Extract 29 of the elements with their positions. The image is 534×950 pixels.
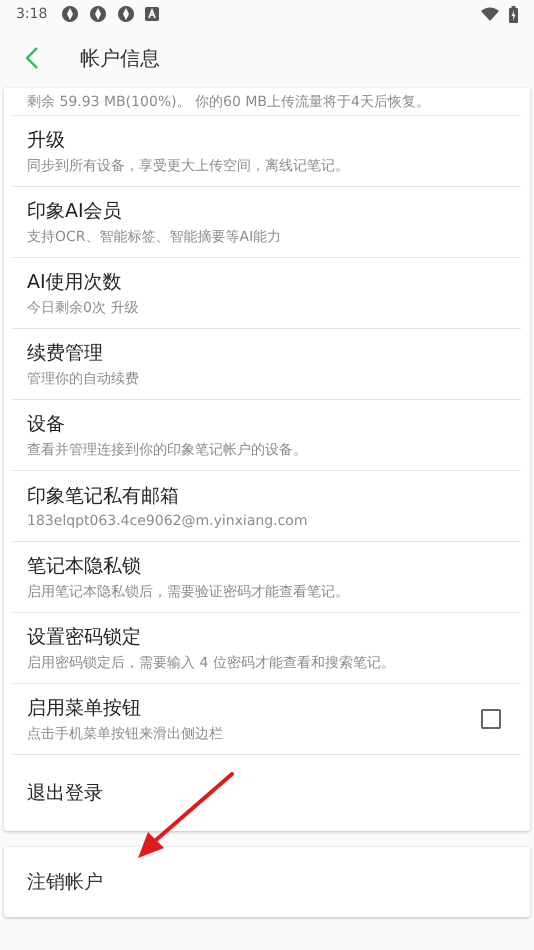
- setting-title[interactable]: 笔记本隐私锁: [27, 553, 507, 579]
- setting-subtitle: 管理你的自动续费: [27, 370, 140, 388]
- setting-subtitle: 今日剩余0次 升级: [27, 299, 140, 317]
- page-title: 帐户信息: [80, 44, 160, 72]
- notification-icon: [89, 5, 108, 23]
- setting-title[interactable]: AI使用次数: [27, 269, 507, 295]
- setting-title[interactable]: 印象AI会员: [27, 198, 507, 224]
- setting-subtitle: 启用密码锁定后，需要输入 4 位密码才能查看和搜索笔记。: [27, 654, 396, 672]
- checkbox[interactable]: [481, 709, 501, 729]
- status-time: 3:18: [16, 6, 48, 22]
- setting-subtitle: 查看并管理连接到你的印象笔记帐户的设备。: [27, 441, 308, 459]
- setting-subtitle: 同步到所有设备，享受更大上传空间，离线记笔记。: [27, 157, 350, 175]
- logout-item[interactable]: 退出登录: [27, 780, 103, 806]
- notification-icon: [61, 5, 80, 23]
- setting-title[interactable]: 升级: [27, 127, 507, 153]
- setting-title[interactable]: 印象笔记私有邮箱: [27, 483, 507, 509]
- setting-subtitle: 支持OCR、智能标签、智能摘要等AI能力: [27, 228, 282, 246]
- setting-title[interactable]: 续费管理: [27, 340, 507, 366]
- setting-subtitle: 183elqpt063.4ce9062@m.yinxiang.com: [27, 513, 309, 529]
- row-subtitle: 剩余 59.93 MB(100%)。 你的60 MB上传流量将于4天后恢复。: [27, 92, 430, 110]
- setting-title[interactable]: 设备: [27, 411, 507, 437]
- battery-icon: [509, 6, 518, 22]
- setting-subtitle: 点击手机菜单按钮来滑出侧边栏: [27, 725, 224, 743]
- delete-account-item[interactable]: 注销帐户: [4, 847, 530, 917]
- setting-subtitle: 启用笔记本隐私锁后，需要验证密码才能查看笔记。: [27, 583, 350, 601]
- notification-icon: [117, 5, 136, 23]
- setting-title[interactable]: 启用菜单按钮: [27, 695, 481, 721]
- wifi-icon: [481, 7, 499, 21]
- setting-title[interactable]: 设置密码锁定: [27, 624, 507, 650]
